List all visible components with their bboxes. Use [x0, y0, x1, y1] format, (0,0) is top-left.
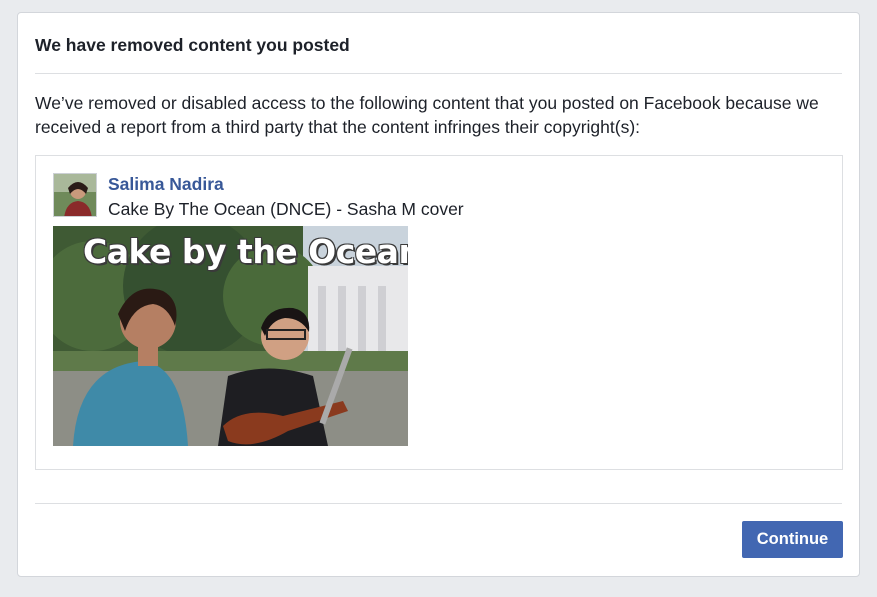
- header-divider: [35, 73, 842, 74]
- video-thumbnail[interactable]: Cake by the Ocean: [53, 226, 408, 446]
- removal-message: We’ve removed or disabled access to the …: [35, 93, 819, 137]
- thumbnail-caption: Cake by the Ocean: [83, 232, 408, 271]
- avatar[interactable]: [53, 173, 97, 217]
- removal-notice-dialog: We have removed content you posted We’ve…: [17, 12, 860, 577]
- poster-name-link[interactable]: Salima Nadira: [108, 174, 224, 195]
- dialog-title: We have removed content you posted: [35, 35, 350, 55]
- post-title: Cake By The Ocean (DNCE) - Sasha M cover: [108, 199, 464, 219]
- footer-divider: [35, 503, 842, 504]
- removed-post-card: Salima Nadira Cake By The Ocean (DNCE) -…: [35, 155, 843, 470]
- continue-button[interactable]: Continue: [742, 521, 843, 558]
